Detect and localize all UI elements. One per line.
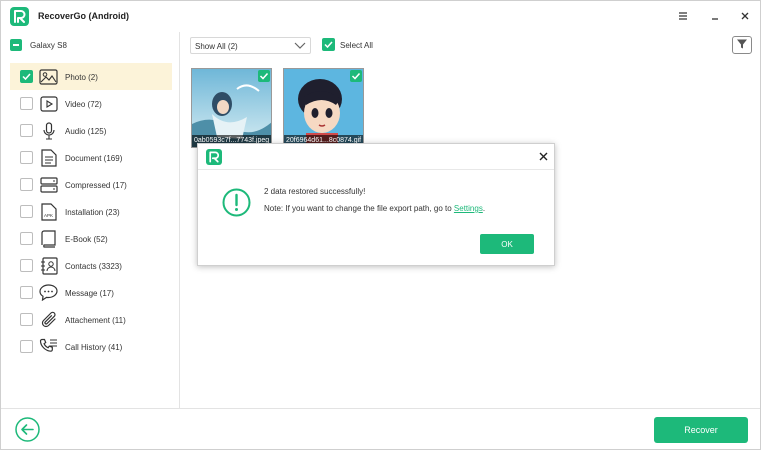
sidebar-item-label: Installation (23) bbox=[65, 208, 120, 217]
sidebar-item-label: Call History (41) bbox=[65, 343, 123, 352]
sidebar-item-contacts[interactable]: Contacts (3323) bbox=[10, 252, 172, 279]
app-logo bbox=[206, 149, 222, 165]
filter-value: Show All (2) bbox=[195, 42, 238, 51]
settings-link[interactable]: Settings bbox=[454, 204, 483, 213]
app-logo bbox=[10, 7, 29, 26]
sidebar-item-call-history[interactable]: Call History (41) bbox=[10, 333, 172, 360]
dialog-note-suffix: . bbox=[482, 204, 486, 213]
file-thumbnail[interactable]: 20f6964d61...8c0874.gif bbox=[283, 68, 364, 148]
dialog-close-icon[interactable] bbox=[537, 150, 549, 162]
checkbox[interactable] bbox=[20, 124, 33, 137]
sidebar-item-label: Video (72) bbox=[65, 100, 102, 109]
contacts-icon bbox=[39, 256, 58, 275]
checkbox[interactable] bbox=[20, 151, 33, 164]
apk-icon: APK bbox=[39, 202, 58, 221]
checkbox[interactable] bbox=[20, 313, 33, 326]
message-icon bbox=[39, 283, 58, 302]
checkbox[interactable] bbox=[20, 178, 33, 191]
file-thumbnail[interactable]: 0ab0593c7f...7743f.jpeg bbox=[191, 68, 272, 148]
filter-button[interactable] bbox=[732, 36, 752, 54]
sidebar-item-label: Photo (2) bbox=[65, 73, 98, 82]
call-history-icon bbox=[39, 337, 58, 356]
image-icon bbox=[39, 67, 58, 86]
microphone-icon bbox=[39, 121, 58, 140]
sidebar-item-label: Audio (125) bbox=[65, 127, 107, 136]
sidebar-item-message[interactable]: Message (17) bbox=[10, 279, 172, 306]
sidebar-item-photo[interactable]: Photo (2) bbox=[10, 63, 172, 90]
checkbox[interactable] bbox=[20, 205, 33, 218]
category-list: Photo (2) Video (72) Audio (125) Documen… bbox=[10, 63, 172, 360]
sidebar-item-installation[interactable]: APK Installation (23) bbox=[10, 198, 172, 225]
dialog-divider bbox=[198, 169, 554, 170]
document-icon bbox=[39, 148, 58, 167]
select-all-label: Select All bbox=[340, 41, 373, 50]
selected-check-icon[interactable] bbox=[258, 70, 270, 82]
back-button[interactable] bbox=[15, 417, 40, 442]
app-title: RecoverGo (Android) bbox=[38, 11, 130, 21]
app-window: RecoverGo (Android) Galaxy S8 Photo (2) … bbox=[0, 0, 761, 450]
sidebar-item-video[interactable]: Video (72) bbox=[10, 90, 172, 117]
selected-check-icon[interactable] bbox=[350, 70, 362, 82]
dialog-note-text: Note: If you want to change the file exp… bbox=[264, 204, 454, 213]
checkbox[interactable] bbox=[20, 286, 33, 299]
success-exclamation-icon bbox=[222, 188, 251, 217]
checkbox[interactable] bbox=[20, 340, 33, 353]
sidebar: Galaxy S8 Photo (2) Video (72) Audio (12… bbox=[1, 32, 180, 408]
sidebar-item-ebook[interactable]: E-Book (52) bbox=[10, 225, 172, 252]
checkbox[interactable] bbox=[20, 232, 33, 245]
restore-success-dialog: 2 data restored successfully! Note: If y… bbox=[197, 143, 555, 266]
sidebar-item-audio[interactable]: Audio (125) bbox=[10, 117, 172, 144]
checkbox[interactable] bbox=[20, 70, 33, 83]
filter-dropdown[interactable]: Show All (2) bbox=[190, 37, 311, 54]
checkbox[interactable] bbox=[20, 97, 33, 110]
funnel-icon bbox=[736, 38, 748, 52]
device-checkbox[interactable] bbox=[10, 39, 22, 51]
minimize-icon[interactable] bbox=[708, 9, 722, 23]
dialog-message: 2 data restored successfully! bbox=[264, 187, 366, 196]
close-icon[interactable] bbox=[738, 9, 752, 23]
sidebar-item-label: E-Book (52) bbox=[65, 235, 108, 244]
device-row[interactable]: Galaxy S8 bbox=[10, 39, 67, 51]
arrow-left-icon bbox=[15, 417, 40, 442]
menu-icon[interactable] bbox=[676, 9, 690, 23]
sidebar-item-attachment[interactable]: Attachement (11) bbox=[10, 306, 172, 333]
sidebar-item-label: Attachement (11) bbox=[65, 316, 126, 325]
sidebar-item-label: Compressed (17) bbox=[65, 181, 127, 190]
checkbox[interactable] bbox=[20, 259, 33, 272]
ok-button[interactable]: OK bbox=[480, 234, 534, 254]
sidebar-item-compressed[interactable]: Compressed (17) bbox=[10, 171, 172, 198]
archive-icon bbox=[39, 175, 58, 194]
sidebar-item-label: Contacts (3323) bbox=[65, 262, 122, 271]
paperclip-icon bbox=[39, 310, 58, 329]
title-bar: RecoverGo (Android) bbox=[1, 1, 760, 32]
dialog-note: Note: If you want to change the file exp… bbox=[264, 204, 485, 213]
svg-text:APK: APK bbox=[44, 213, 53, 218]
sidebar-item-label: Document (169) bbox=[65, 154, 123, 163]
recover-button[interactable]: Recover bbox=[654, 417, 748, 443]
device-label: Galaxy S8 bbox=[30, 40, 67, 50]
footer-divider bbox=[1, 408, 760, 409]
book-icon bbox=[39, 229, 58, 248]
select-all-checkbox[interactable] bbox=[322, 38, 335, 51]
video-icon bbox=[39, 94, 58, 113]
sidebar-item-label: Message (17) bbox=[65, 289, 114, 298]
sidebar-item-document[interactable]: Document (169) bbox=[10, 144, 172, 171]
chevron-down-icon bbox=[293, 41, 307, 53]
